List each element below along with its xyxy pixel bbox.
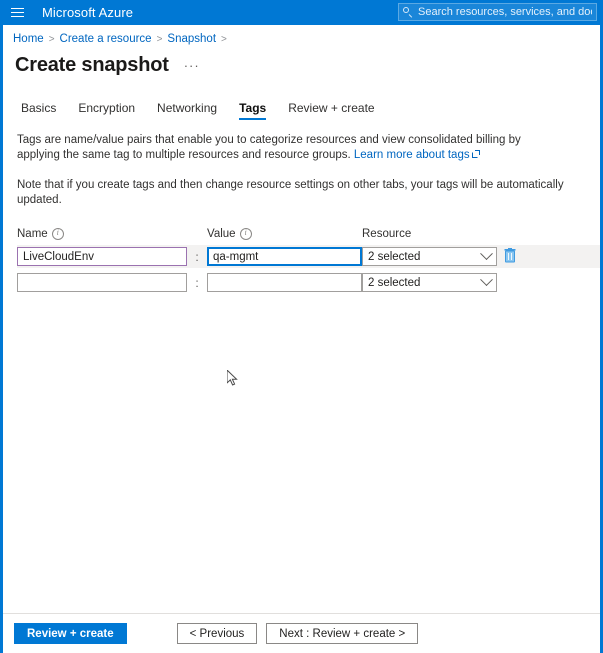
azure-brand-link[interactable]: Microsoft Azure [42,5,133,20]
tags-table-header: Name Value Resource [17,224,600,242]
breadcrumb-separator: > [156,33,163,45]
breadcrumb-separator: > [221,33,227,45]
hamburger-icon[interactable] [0,0,34,25]
column-header-name: Name [17,227,64,240]
page-title-row: Create snapshot ··· [3,51,600,77]
tag-value-input[interactable] [207,247,362,266]
trash-icon [504,247,516,262]
tag-name-input[interactable] [17,273,187,292]
row-colon: : [195,275,199,290]
create-snapshot-blade: Home > Create a resource > Snapshot > Cr… [0,25,603,653]
wizard-tabs: Basics Encryption Networking Tags Review… [3,77,600,120]
previous-button[interactable]: < Previous [176,623,258,644]
tab-tags[interactable]: Tags [228,101,277,120]
search-icon [403,6,414,18]
chevron-down-icon [480,247,493,261]
breadcrumb-item-create-a-resource[interactable]: Create a resource [60,33,152,45]
tag-name-input[interactable] [17,247,187,266]
delete-tag-button[interactable] [503,247,521,266]
table-row: : 2 selected [17,271,600,294]
learn-more-about-tags-link[interactable]: Learn more about tags [354,149,470,161]
global-search-box[interactable] [398,3,597,21]
info-icon[interactable] [239,227,252,240]
tab-encryption[interactable]: Encryption [67,101,146,120]
row-colon: : [195,249,199,264]
wizard-footer: Review + create < Previous Next : Review… [3,613,600,653]
more-actions-button[interactable]: ··· [181,59,203,73]
tags-description: Tags are name/value pairs that enable yo… [3,120,571,163]
breadcrumb-separator: > [48,33,55,45]
tags-table: Name Value Resource [3,224,600,294]
breadcrumb-item-home[interactable]: Home [13,33,44,45]
blade-content: Home > Create a resource > Snapshot > Cr… [3,25,600,613]
breadcrumb: Home > Create a resource > Snapshot > [3,25,600,51]
search-input[interactable] [418,6,592,18]
tag-resource-dropdown-value: 2 selected [368,276,421,289]
chevron-down-icon [480,273,493,287]
info-icon[interactable] [51,227,64,240]
tab-review-create[interactable]: Review + create [277,101,385,120]
external-link-icon [471,150,480,158]
tag-resource-dropdown-value: 2 selected [368,250,421,263]
column-header-value-label: Value [207,228,236,240]
tag-resource-dropdown[interactable]: 2 selected [362,247,497,266]
mouse-cursor [226,368,239,388]
review-create-button[interactable]: Review + create [14,623,127,644]
page-title: Create snapshot [15,54,169,76]
column-header-value: Value [207,227,252,240]
tag-resource-dropdown[interactable]: 2 selected [362,273,497,292]
tags-note: Note that if you create tags and then ch… [17,179,564,206]
column-header-name-label: Name [17,228,48,240]
tag-value-input[interactable] [207,273,362,292]
tab-basics[interactable]: Basics [17,101,67,120]
breadcrumb-item-snapshot[interactable]: Snapshot [167,33,216,45]
next-review-create-button[interactable]: Next : Review + create > [266,623,419,644]
tab-networking[interactable]: Networking [146,101,228,120]
table-row: : 2 selected [17,245,600,268]
column-header-resource: Resource [362,228,412,240]
azure-top-header: Microsoft Azure [0,0,603,25]
